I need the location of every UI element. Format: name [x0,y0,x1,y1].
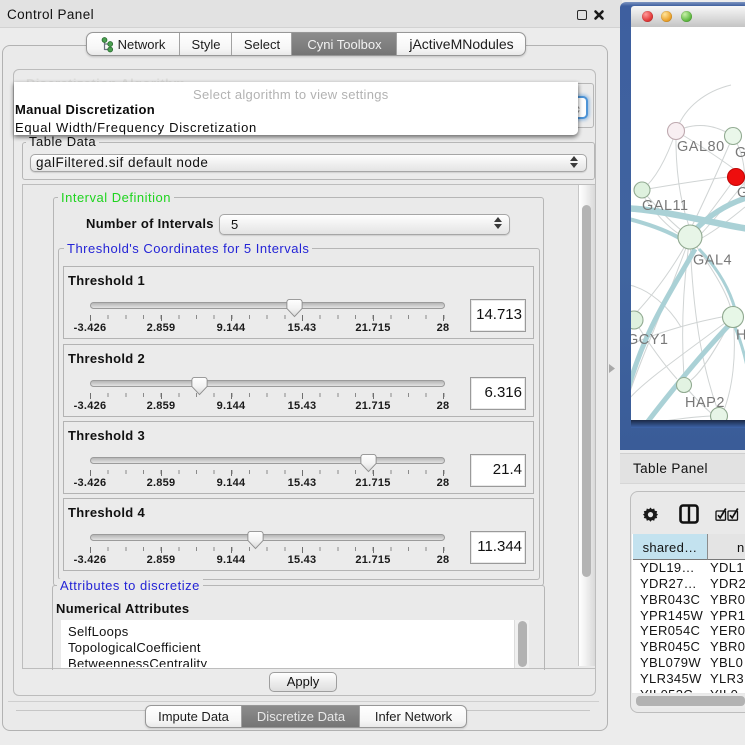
svg-text:G.: G. [735,145,745,161]
svg-text:GAL4: GAL4 [693,253,732,269]
svg-text:GAL11: GAL11 [642,198,689,214]
svg-text:GAL80: GAL80 [677,139,725,155]
svg-text:H: H [736,328,745,344]
svg-text:HAP2: HAP2 [685,395,725,411]
svg-text:GCY1: GCY1 [631,332,669,348]
svg-text:G: G [737,185,745,201]
